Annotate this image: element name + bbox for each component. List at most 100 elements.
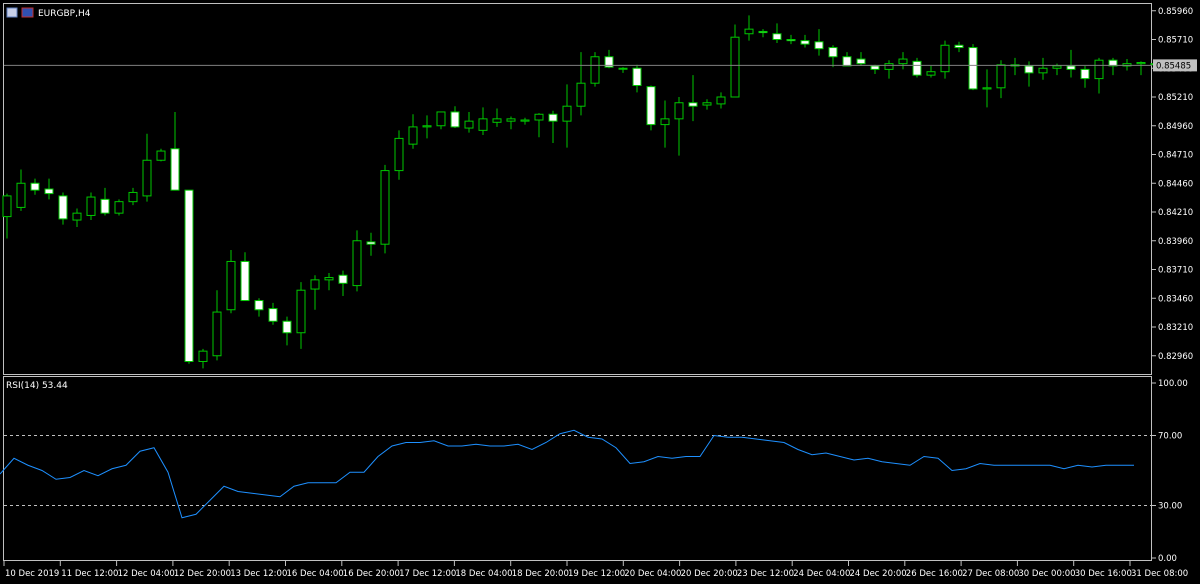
rsi-tick-label: 70.00 bbox=[1158, 432, 1182, 442]
bull-candle-body bbox=[16, 182, 26, 208]
bull-candle-body bbox=[982, 87, 992, 90]
bear-candle-body bbox=[1080, 68, 1090, 80]
price-tick-label: 0.84210 bbox=[1158, 208, 1193, 218]
time-tick-label: 18 Dec 20:00 bbox=[512, 569, 569, 579]
price-tick-label: 0.84960 bbox=[1158, 122, 1193, 132]
time-tick-label: 23 Dec 12:00 bbox=[737, 569, 794, 579]
price-tick-label: 0.85210 bbox=[1158, 93, 1193, 103]
bull-candle-body bbox=[996, 64, 1006, 89]
bear-candle-body bbox=[450, 111, 460, 128]
bull-candle-body bbox=[1038, 67, 1048, 74]
bear-candle-body bbox=[870, 65, 880, 70]
time-tick-label: 12 Dec 20:00 bbox=[174, 569, 231, 579]
symbol-header: EURGBP,H4 bbox=[6, 7, 91, 19]
time-axis: 10 Dec 2019 11 Dec 12:00 12 Dec 04:00 12 De… bbox=[3, 561, 1188, 579]
bull-candle-body bbox=[394, 137, 404, 172]
bull-candle-body bbox=[884, 63, 894, 70]
bear-candle-body bbox=[758, 30, 768, 34]
bull-candle-body bbox=[730, 36, 740, 98]
time-tick-label: 16 Dec 04:00 bbox=[287, 569, 344, 579]
bull-candle-body bbox=[660, 118, 670, 126]
rsi-tick-label: 30.00 bbox=[1158, 502, 1182, 512]
bid-price-label: 0.85485 bbox=[1156, 61, 1191, 71]
bear-candle-body bbox=[786, 39, 796, 42]
time-tick-label: 20 Dec 04:00 bbox=[624, 569, 681, 579]
bull-candle-body bbox=[702, 102, 712, 106]
bear-candle-body bbox=[170, 148, 180, 191]
time-tick-label: 30 Dec 16:00 bbox=[1075, 569, 1132, 579]
bull-candle-body bbox=[744, 28, 754, 35]
bull-candle-body bbox=[478, 118, 488, 131]
bear-candle-body bbox=[240, 260, 250, 302]
bear-candle-body bbox=[58, 195, 68, 220]
time-tick-label: 13 Dec 12:00 bbox=[230, 569, 287, 579]
bull-candle-body bbox=[408, 126, 418, 145]
chart-svg: EURGBP,H4 RSI(14) 53.44 0.85960 0.85710 0.… bbox=[0, 3, 1197, 579]
bear-candle-body bbox=[646, 86, 656, 126]
bull-candle-body bbox=[324, 277, 334, 281]
bull-candle-body bbox=[310, 279, 320, 290]
bear-candle-body bbox=[800, 40, 810, 45]
bear-candle-body bbox=[856, 58, 866, 65]
time-tick-label: 24 Dec 04:00 bbox=[793, 569, 850, 579]
bull-candle-body bbox=[716, 96, 726, 105]
bull-candle-body bbox=[2, 195, 12, 218]
time-tick-label: 17 Dec 12:00 bbox=[399, 569, 456, 579]
bull-candle-body bbox=[1052, 65, 1062, 69]
price-tick-label: 0.84710 bbox=[1158, 151, 1193, 161]
price-tick-label: 0.85710 bbox=[1158, 36, 1193, 46]
bid-line-group: 0.85485 bbox=[4, 59, 1197, 72]
bull-candle-body bbox=[1094, 59, 1104, 80]
flag-icon bbox=[21, 7, 34, 18]
time-tick-label: 19 Dec 12:00 bbox=[568, 569, 625, 579]
bull-candle-body bbox=[590, 56, 600, 84]
bear-candle-body bbox=[968, 47, 978, 90]
bull-candle-body bbox=[520, 119, 530, 122]
bear-candle-body bbox=[954, 44, 964, 49]
bear-candle-body bbox=[842, 56, 852, 67]
time-tick-label: 20 Dec 20:00 bbox=[681, 569, 738, 579]
bear-candle-body bbox=[828, 47, 838, 58]
bear-candle-body bbox=[338, 274, 348, 284]
price-tick-label: 0.83210 bbox=[1158, 323, 1193, 333]
symbol-title: EURGBP,H4 bbox=[38, 9, 91, 19]
bull-candle-body bbox=[212, 311, 222, 357]
bear-candle-body bbox=[268, 308, 278, 322]
bull-candle-body bbox=[226, 260, 236, 311]
bear-candle-body bbox=[254, 300, 264, 311]
bear-candle-body bbox=[1024, 65, 1034, 74]
time-tick-label: 18 Dec 04:00 bbox=[455, 569, 512, 579]
bull-candle-body bbox=[72, 212, 82, 221]
bull-candle-body bbox=[156, 150, 166, 161]
price-tick-label: 0.83960 bbox=[1158, 237, 1193, 247]
price-tick-label: 0.82960 bbox=[1158, 352, 1193, 362]
time-tick-label: 11 Dec 12:00 bbox=[61, 569, 118, 579]
bull-candle-body bbox=[422, 125, 432, 128]
bull-candle-body bbox=[506, 118, 516, 122]
bull-candle-body bbox=[576, 82, 586, 107]
bear-candle-body bbox=[688, 102, 698, 107]
bear-candle-body bbox=[772, 33, 782, 40]
time-tick-label: 10 Dec 2019 bbox=[5, 569, 59, 579]
rsi-tick-label: 0.00 bbox=[1158, 554, 1177, 564]
time-tick-label: 12 Dec 04:00 bbox=[118, 569, 175, 579]
bull-candle-body bbox=[618, 67, 628, 70]
bull-candle-body bbox=[898, 58, 908, 65]
candles bbox=[2, 15, 1160, 369]
bear-candle-body bbox=[366, 241, 376, 245]
bear-candle-body bbox=[1066, 65, 1076, 70]
time-tick-label: 31 Dec 08:00 bbox=[1131, 569, 1188, 579]
time-tick-label: 16 Dec 20:00 bbox=[343, 569, 400, 579]
time-tick-label: 26 Dec 16:00 bbox=[906, 569, 963, 579]
bear-candle-body bbox=[632, 67, 642, 86]
bear-candle-body bbox=[30, 182, 40, 191]
bull-candle-body bbox=[940, 44, 950, 73]
bear-candle-body bbox=[282, 320, 292, 334]
price-tick-label: 0.83710 bbox=[1158, 266, 1193, 276]
bull-candle-body bbox=[534, 113, 544, 121]
price-tick-label: 0.84460 bbox=[1158, 179, 1193, 189]
bull-candle-body bbox=[674, 102, 684, 120]
bull-candle-body bbox=[436, 111, 446, 127]
price-tick-label: 0.83460 bbox=[1158, 294, 1193, 304]
bull-candle-body bbox=[1136, 62, 1146, 65]
